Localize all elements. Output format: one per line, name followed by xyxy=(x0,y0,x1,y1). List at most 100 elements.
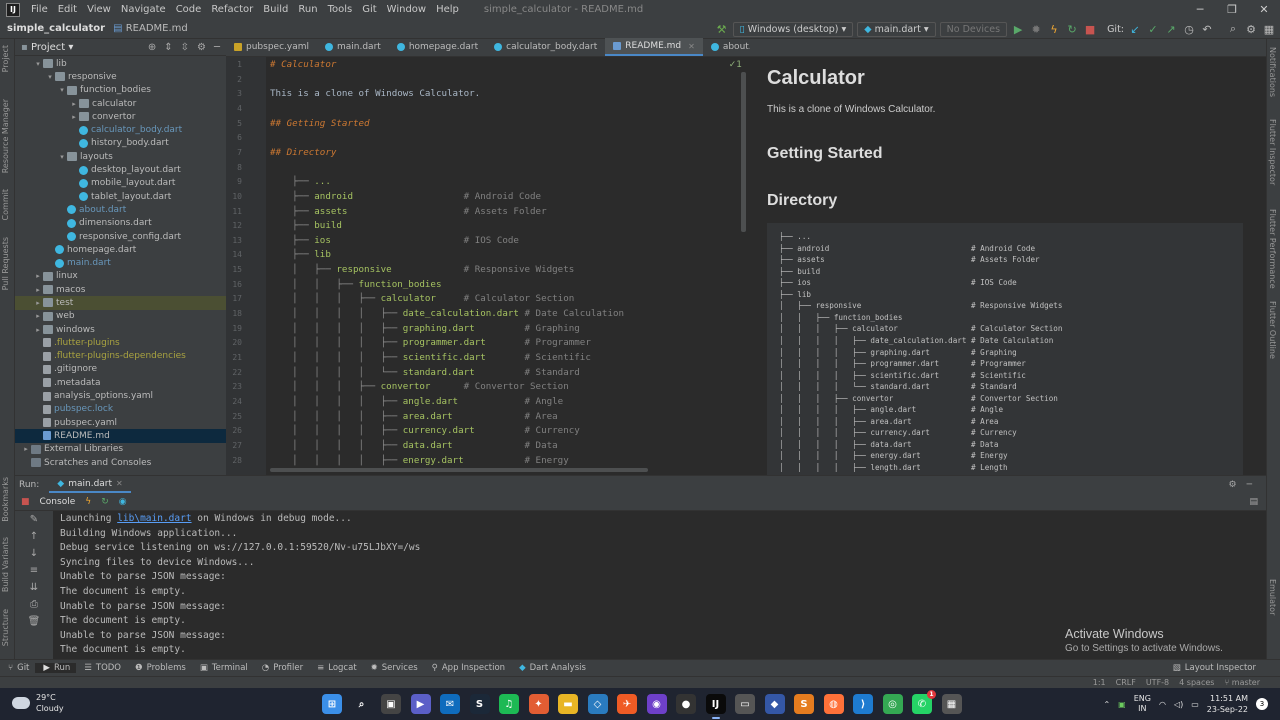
devtools-icon[interactable]: ◉ xyxy=(119,497,127,507)
tree-node[interactable]: pubspec.yaml xyxy=(15,416,226,429)
console-tab[interactable]: Console xyxy=(40,497,86,507)
expand-arrow-icon[interactable]: ▾ xyxy=(33,60,43,68)
tree-node[interactable]: README.md xyxy=(15,429,226,443)
tree-node[interactable]: ▸ test xyxy=(15,296,226,310)
teams-chat-icon[interactable]: ▶ xyxy=(410,694,431,714)
hide-icon[interactable]: ─ xyxy=(1247,480,1252,490)
search-everywhere-icon[interactable]: ⌕ xyxy=(1226,22,1240,36)
notification-badge-icon[interactable]: 3 xyxy=(1256,698,1268,710)
gear-icon[interactable]: ⚙ xyxy=(197,42,206,53)
trash-icon[interactable]: 🗑 xyxy=(15,613,53,630)
tool-layout-inspector[interactable]: ▧ Layout Inspector xyxy=(1165,663,1280,673)
tree-node[interactable]: responsive_config.dart xyxy=(15,230,226,243)
wifi-icon[interactable]: ◠ xyxy=(1159,700,1166,709)
tool-terminal[interactable]: ▣ Terminal xyxy=(192,663,254,673)
stop-icon[interactable]: ■ xyxy=(1083,22,1097,36)
git-branch[interactable]: ⑂ master xyxy=(1224,678,1260,687)
tool-flutter-outline[interactable]: Flutter Outline xyxy=(1268,301,1277,359)
tree-node[interactable]: ▾ layouts xyxy=(15,150,226,163)
tool-emulator[interactable]: Emulator xyxy=(1268,579,1277,615)
tree-node[interactable]: pubspec.lock xyxy=(15,403,226,416)
tree-node[interactable]: ▸ linux xyxy=(15,270,226,283)
menu-edit[interactable]: Edit xyxy=(53,0,82,19)
whatsapp-icon[interactable]: ✆ 1 xyxy=(912,690,936,714)
print-icon[interactable]: ⎙ xyxy=(15,596,53,613)
inspection-status[interactable]: ✓1 xyxy=(729,60,742,70)
app-orange-icon[interactable]: ✦ xyxy=(528,694,549,714)
sublime-icon[interactable]: S xyxy=(794,694,814,714)
tool-project[interactable]: Project xyxy=(1,45,10,72)
menu-help[interactable]: Help xyxy=(431,0,464,19)
tool-build-variants[interactable]: Build Variants xyxy=(1,537,10,592)
tool-profiler[interactable]: ◔ Profiler xyxy=(254,663,309,673)
tree-node[interactable]: .metadata xyxy=(15,376,226,389)
tree-node[interactable]: main.dart xyxy=(15,256,226,269)
device-selector[interactable]: ▯ Windows (desktop) ▾ xyxy=(732,21,854,37)
network-icon[interactable]: ◇ xyxy=(587,694,608,714)
indent-setting[interactable]: 4 spaces xyxy=(1179,678,1214,687)
tree-node[interactable]: ▾ function_bodies xyxy=(15,84,226,97)
tool-todo[interactable]: ☰ TODO xyxy=(76,663,127,673)
editor-tab[interactable]: README.md ✕ xyxy=(605,38,703,56)
clock[interactable]: 11:51 AM 23-Sep-22 xyxy=(1207,693,1248,715)
close-tab-icon[interactable]: ✕ xyxy=(688,42,695,51)
run-config-selector[interactable]: ◆ main.dart ▾ xyxy=(857,21,936,37)
tree-node[interactable]: ▸ windows xyxy=(15,323,226,336)
git-commit-icon[interactable]: ✓ xyxy=(1146,22,1160,36)
tool-dart-analysis[interactable]: ◆ Dart Analysis xyxy=(511,663,592,673)
calculator-icon[interactable]: ▦ xyxy=(941,694,962,714)
tool-bookmarks[interactable]: Bookmarks xyxy=(1,477,10,522)
soft-wrap-icon[interactable]: ≡ xyxy=(15,562,53,579)
run-icon[interactable]: ▶ xyxy=(1011,22,1025,36)
hammer-icon[interactable]: ⚒ xyxy=(715,22,729,36)
devices-selector[interactable]: No Devices xyxy=(939,21,1008,37)
tree-node[interactable]: about.dart xyxy=(15,203,226,216)
tree-node[interactable]: ▸ web xyxy=(15,310,226,323)
tree-node[interactable]: ▾ lib xyxy=(15,57,226,70)
expand-arrow-icon[interactable]: ▸ xyxy=(21,445,31,453)
expand-arrow-icon[interactable]: ▸ xyxy=(33,286,43,294)
history-icon[interactable]: ◷ xyxy=(1182,22,1196,36)
menu-refactor[interactable]: Refactor xyxy=(206,0,258,19)
stop-icon[interactable]: ■ xyxy=(15,497,40,507)
tree-node[interactable]: ▸ macos xyxy=(15,283,226,296)
rollback-icon[interactable]: ↶ xyxy=(1200,22,1214,36)
expand-arrow-icon[interactable]: ▸ xyxy=(33,299,43,307)
tree-node[interactable]: dimensions.dart xyxy=(15,217,226,230)
pin-icon[interactable]: ✎ xyxy=(15,511,53,528)
tree-node[interactable]: .gitignore xyxy=(15,363,226,376)
input-language[interactable]: ENG IN xyxy=(1134,694,1151,714)
tree-node[interactable]: homepage.dart xyxy=(15,243,226,256)
vscode-icon[interactable]: ⟩ xyxy=(853,694,873,714)
file-explorer-icon[interactable]: ▬ xyxy=(558,694,578,714)
tree-node[interactable]: .flutter-plugins xyxy=(15,336,226,349)
brave-icon[interactable]: ◆ xyxy=(764,694,785,714)
intellij-icon[interactable]: IJ xyxy=(705,694,726,719)
tree-node[interactable]: tablet_layout.dart xyxy=(15,190,226,203)
hide-icon[interactable]: ─ xyxy=(214,42,220,53)
tool-flutter-inspector[interactable]: Flutter Inspector xyxy=(1268,119,1277,185)
editor-vertical-scrollbar[interactable] xyxy=(741,72,746,232)
menu-view[interactable]: View xyxy=(82,0,116,19)
tray-chevron-icon[interactable]: ⌃ xyxy=(1103,700,1110,709)
debug-icon[interactable]: ✹ xyxy=(1029,22,1043,36)
battery-icon[interactable]: ▭ xyxy=(1191,700,1199,709)
up-icon[interactable]: ↑ xyxy=(15,528,53,545)
weather-widget[interactable]: 29°C Cloudy xyxy=(12,692,64,714)
menu-git[interactable]: Git xyxy=(357,0,381,19)
mail-icon[interactable]: ✉ xyxy=(440,694,460,714)
tree-node[interactable]: ▾ responsive xyxy=(15,70,226,83)
expand-arrow-icon[interactable]: ▾ xyxy=(45,73,55,81)
gear-icon[interactable]: ⚙ xyxy=(1229,480,1237,490)
obs-icon[interactable]: ● xyxy=(676,694,696,714)
code-editor[interactable]: 1 2 3 4 5 6 7 8 9 10 11 12 13 14 15 16 17 18 19 20 21 22 23 24 2… xyxy=(226,57,746,475)
editor-horizontal-scrollbar[interactable] xyxy=(270,468,648,472)
close-icon[interactable]: ✕ xyxy=(1248,0,1280,19)
hot-restart-icon[interactable]: ↻ xyxy=(101,497,119,507)
breadcrumb-file[interactable]: ▤ README.md xyxy=(105,23,188,34)
settings-icon[interactable]: ⚙ xyxy=(1244,22,1258,36)
tool-git[interactable]: ⑂ Git xyxy=(0,663,35,673)
expand-arrow-icon[interactable]: ▸ xyxy=(33,312,43,320)
console-file-link[interactable]: lib\main.dart xyxy=(117,513,191,524)
tree-node[interactable]: ▸ calculator xyxy=(15,97,226,110)
